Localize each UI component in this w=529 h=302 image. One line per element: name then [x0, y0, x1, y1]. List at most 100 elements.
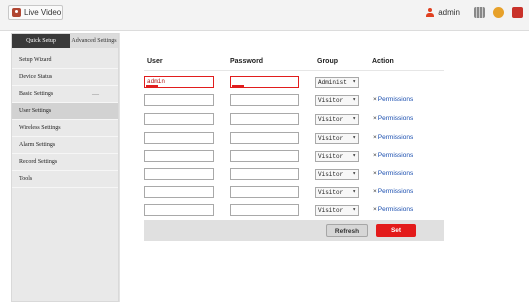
permissions-link[interactable]: ×Permissions	[373, 96, 413, 103]
menu-item-label: Device Status	[19, 74, 53, 80]
user-input[interactable]	[144, 186, 214, 198]
menu-item-basic-settings[interactable]: Basic Settings —	[12, 86, 118, 103]
permissions-label: Permissions	[377, 188, 414, 195]
close-icon: ×	[373, 170, 377, 177]
settings-tabs: Quick Setup Advanced Settings	[12, 34, 118, 48]
menu-item-user-settings[interactable]: User Settings	[12, 103, 118, 120]
group-select[interactable]: Visitor ▾	[315, 169, 359, 180]
group-select[interactable]: Visitor ▾	[315, 133, 359, 144]
group-select[interactable]: Visitor ▾	[315, 205, 359, 216]
help-icon[interactable]	[493, 7, 504, 18]
group-select-value: Visitor	[318, 116, 344, 123]
user-input[interactable]	[144, 168, 214, 180]
menu-item-setup-wizard[interactable]: Setup Wizard	[12, 52, 118, 69]
permissions-label: Permissions	[377, 206, 414, 213]
menu-item-label: Alarm Settings	[19, 142, 56, 148]
refresh-button[interactable]: Refresh	[326, 224, 368, 237]
password-input[interactable]	[230, 204, 299, 216]
menu-item-device-status[interactable]: Device Status	[12, 69, 118, 86]
header-user: User	[147, 58, 163, 65]
group-select[interactable]: Visitor ▾	[315, 114, 359, 125]
menu-item-alarm-settings[interactable]: Alarm Settings	[12, 137, 118, 154]
password-input[interactable]	[230, 132, 299, 144]
camera-icon	[12, 8, 21, 17]
header-group: Group	[317, 58, 338, 65]
tab-quick-setup[interactable]: Quick Setup	[12, 34, 70, 48]
permissions-link[interactable]: ×Permissions	[373, 206, 413, 213]
permissions-link[interactable]: ×Permissions	[373, 134, 413, 141]
header-password: Password	[230, 58, 264, 65]
password-input[interactable]	[230, 113, 299, 125]
group-select[interactable]: Visitor ▾	[315, 187, 359, 198]
chevron-down-icon: ▾	[352, 134, 356, 141]
password-input[interactable]	[230, 168, 299, 180]
menu-item-label: User Settings	[19, 108, 52, 114]
set-button[interactable]: Set	[376, 224, 416, 237]
permissions-label: Permissions	[377, 96, 414, 103]
password-input[interactable]	[230, 150, 299, 162]
menu-item-label: Record Settings	[19, 159, 58, 165]
chevron-down-icon: ▾	[352, 152, 356, 159]
permissions-link[interactable]: ×Permissions	[373, 152, 413, 159]
tab-advanced-settings[interactable]: Advanced Settings	[70, 34, 118, 48]
user-input[interactable]	[144, 204, 214, 216]
logout-icon[interactable]	[512, 7, 523, 18]
group-select-value: Visitor	[318, 189, 344, 196]
password-input[interactable]	[230, 94, 299, 106]
left-panel: Quick Setup Advanced Settings Setup Wiza…	[11, 33, 119, 302]
chevron-down-icon: ▾	[352, 206, 356, 213]
permissions-link[interactable]: ×Permissions	[373, 115, 413, 122]
expand-indicator: —	[92, 90, 99, 98]
group-select-value: Administ	[318, 79, 347, 86]
close-icon: ×	[373, 188, 377, 195]
top-right-area: admin	[425, 7, 523, 18]
user-input[interactable]	[144, 150, 214, 162]
error-indicator	[232, 85, 244, 87]
live-video-button[interactable]: Live Video	[8, 5, 63, 20]
grid-icon[interactable]	[474, 7, 485, 18]
live-video-label: Live Video	[24, 8, 62, 17]
chevron-down-icon: ▾	[352, 170, 356, 177]
user-input[interactable]	[144, 94, 214, 106]
menu-item-label: Wireless Settings	[19, 125, 61, 131]
chevron-down-icon: ▾	[352, 115, 356, 122]
menu-item-label: Tools	[19, 176, 33, 182]
permissions-label: Permissions	[377, 115, 414, 122]
password-input[interactable]	[230, 186, 299, 198]
close-icon: ×	[373, 206, 377, 213]
user-input[interactable]: admin	[144, 76, 214, 88]
header-divider	[144, 70, 444, 71]
error-indicator	[146, 85, 158, 87]
close-icon: ×	[373, 152, 377, 159]
group-select[interactable]: Administ ▾	[315, 77, 359, 88]
permissions-label: Permissions	[377, 134, 414, 141]
group-select-value: Visitor	[318, 207, 344, 214]
group-select[interactable]: Visitor ▾	[315, 95, 359, 106]
password-input[interactable]	[230, 76, 299, 88]
settings-menu: Setup Wizard Device Status Basic Setting…	[12, 52, 118, 188]
chevron-down-icon: ▾	[352, 78, 356, 85]
permissions-link[interactable]: ×Permissions	[373, 188, 413, 195]
group-select[interactable]: Visitor ▾	[315, 151, 359, 162]
group-select-value: Visitor	[318, 97, 344, 104]
menu-item-tools[interactable]: Tools	[12, 171, 118, 188]
close-icon: ×	[373, 96, 377, 103]
permissions-label: Permissions	[377, 152, 414, 159]
current-user: admin	[438, 8, 460, 17]
menu-item-label: Setup Wizard	[19, 57, 52, 63]
group-select-value: Visitor	[318, 153, 344, 160]
user-input[interactable]	[144, 113, 214, 125]
group-select-value: Visitor	[318, 135, 344, 142]
user-icon	[425, 8, 435, 17]
user-input[interactable]	[144, 132, 214, 144]
menu-item-record-settings[interactable]: Record Settings	[12, 154, 118, 171]
close-icon: ×	[373, 115, 377, 122]
header-action: Action	[372, 58, 394, 65]
close-icon: ×	[373, 134, 377, 141]
menu-item-wireless-settings[interactable]: Wireless Settings	[12, 120, 118, 137]
user-input-value: admin	[147, 78, 166, 85]
chevron-down-icon: ▾	[352, 96, 356, 103]
top-bar: Live Video admin	[0, 0, 529, 31]
permissions-link[interactable]: ×Permissions	[373, 170, 413, 177]
permissions-label: Permissions	[377, 170, 414, 177]
